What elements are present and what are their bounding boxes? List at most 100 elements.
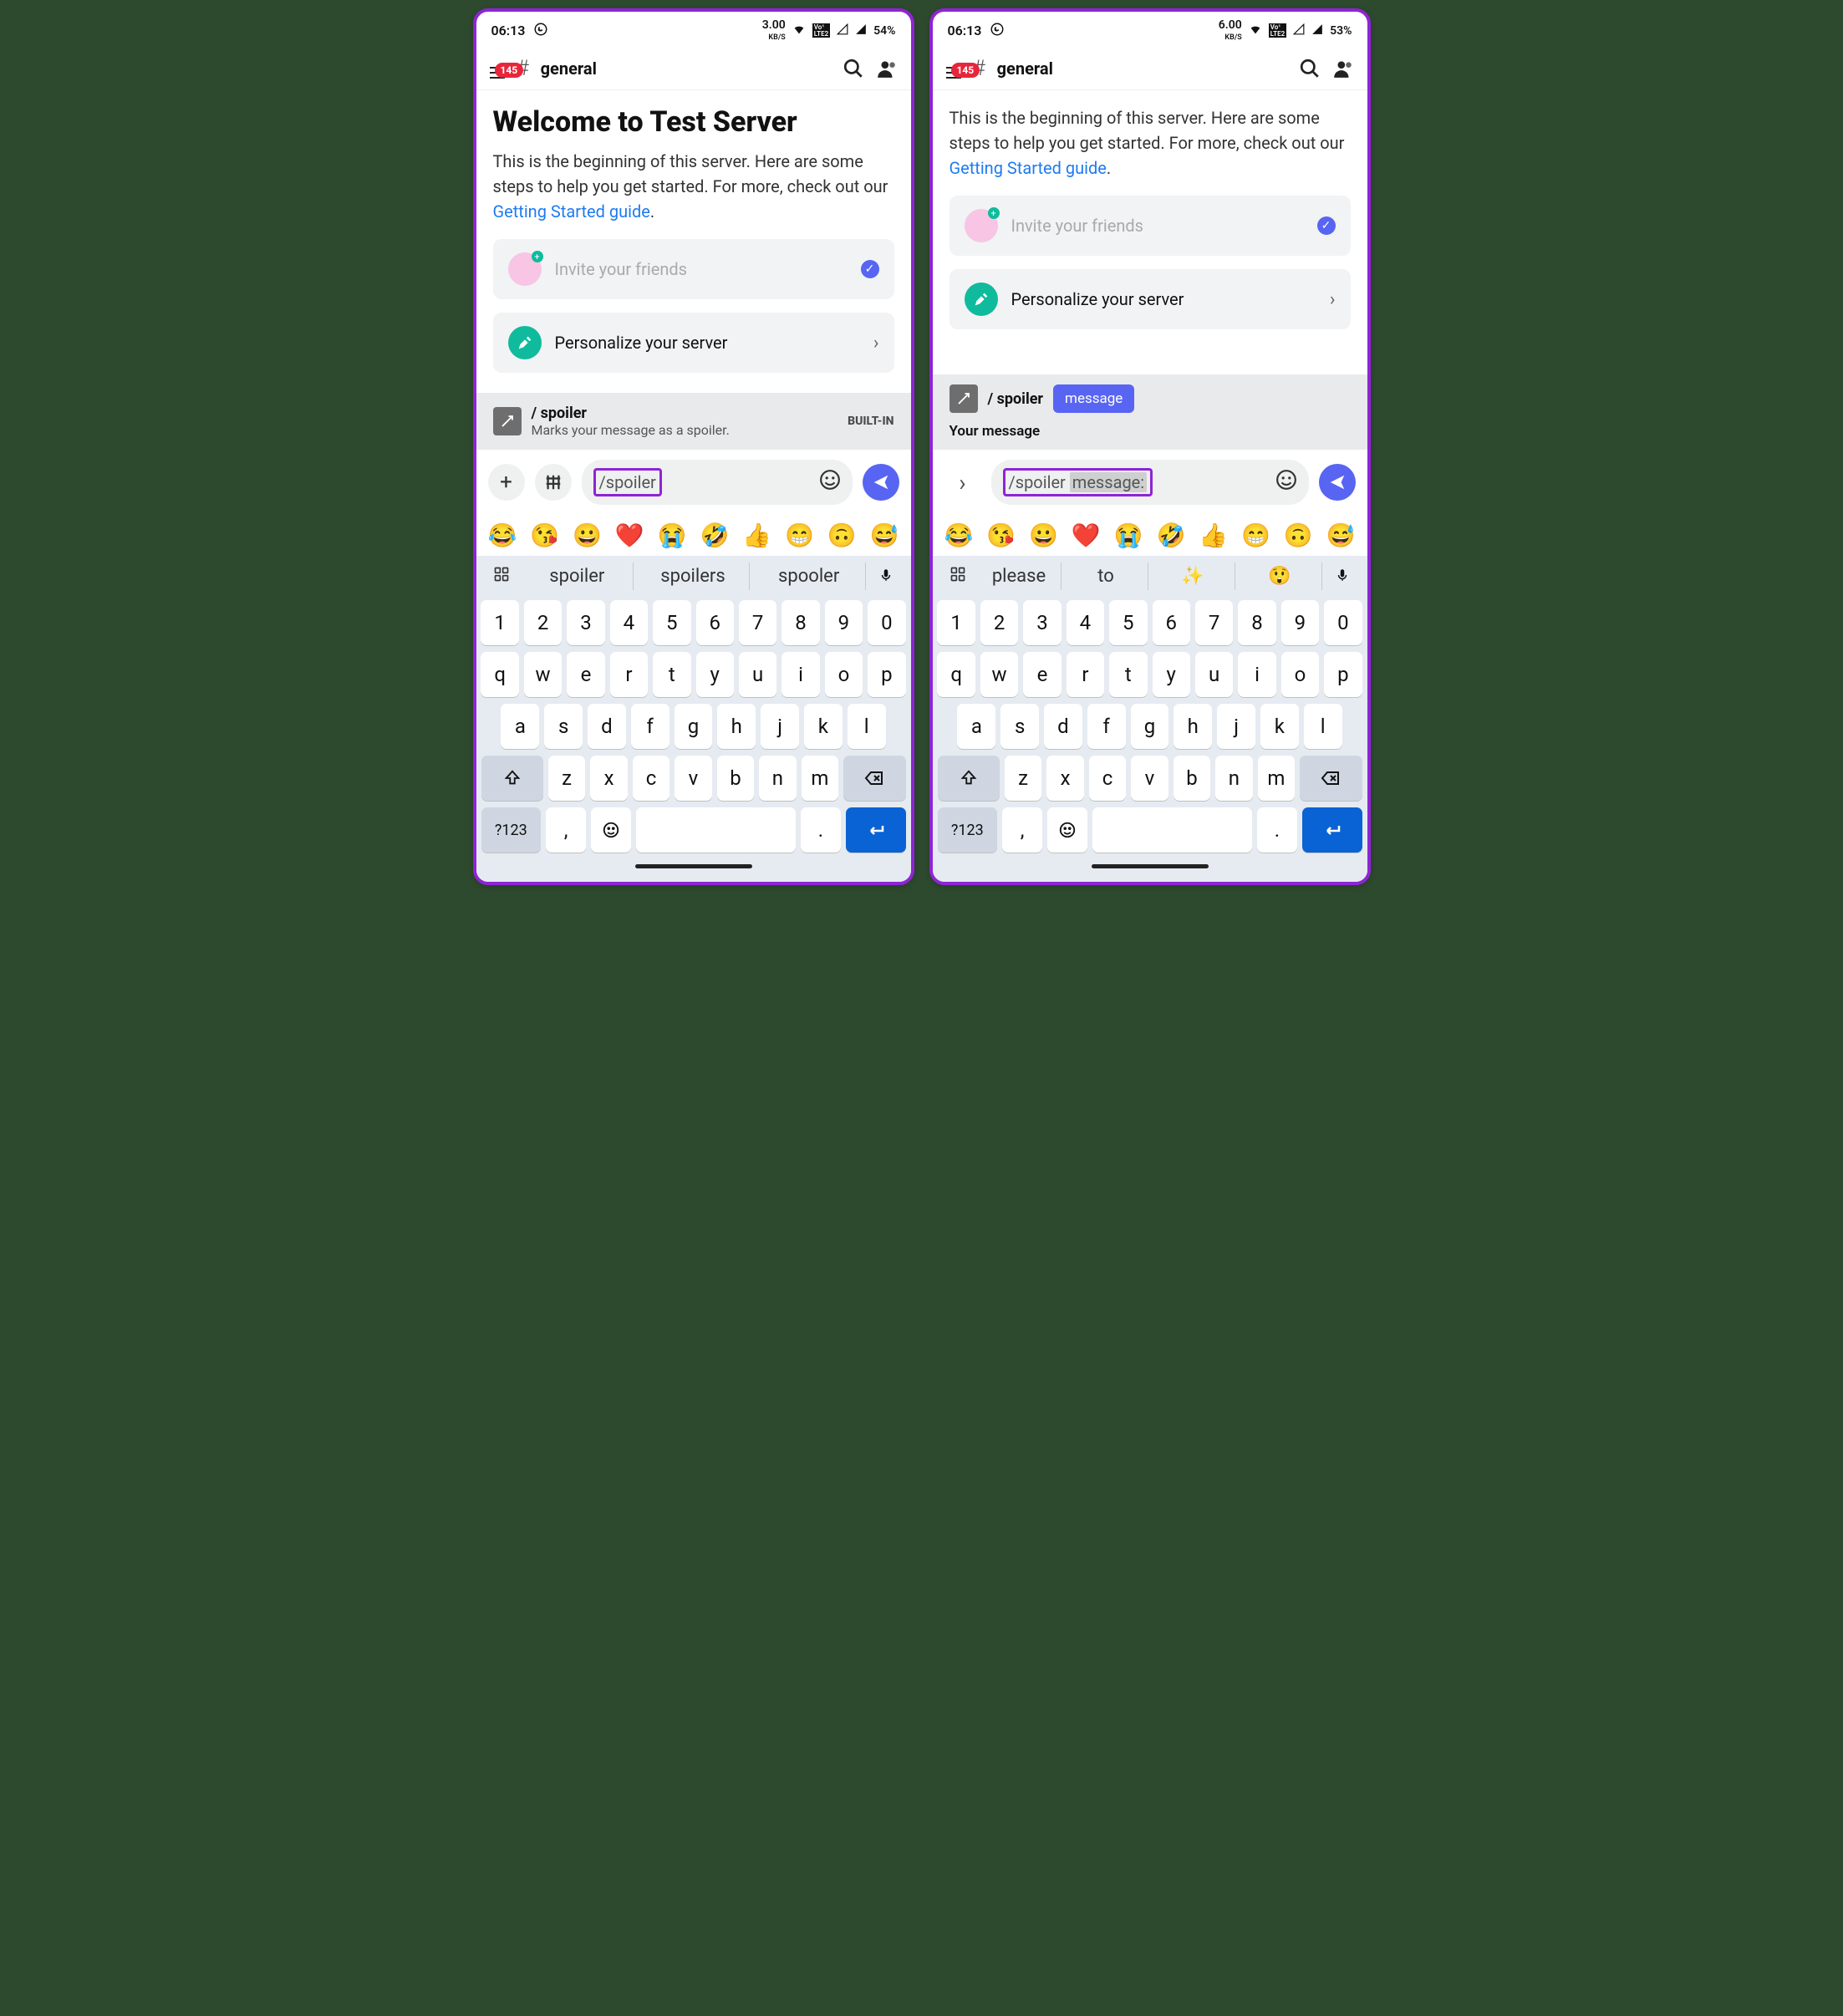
shift-key[interactable]	[481, 756, 543, 801]
dot-key[interactable]: .	[1257, 807, 1297, 853]
key-f[interactable]: f	[1087, 704, 1126, 749]
key-5[interactable]: 5	[653, 600, 690, 645]
emoji-button[interactable]	[1275, 469, 1297, 496]
mic-icon[interactable]	[869, 567, 903, 587]
command-suggestion[interactable]: / spoiler Marks your message as a spoile…	[476, 393, 911, 450]
param-chip[interactable]: message	[1053, 384, 1134, 413]
key-b[interactable]: b	[1174, 756, 1210, 801]
key-t[interactable]: t	[1109, 652, 1147, 697]
key-y[interactable]: y	[1153, 652, 1190, 697]
key-s[interactable]: s	[1000, 704, 1039, 749]
key-w[interactable]: w	[980, 652, 1018, 697]
key-m[interactable]: m	[1258, 756, 1295, 801]
key-r[interactable]: r	[610, 652, 648, 697]
key-c[interactable]: c	[1089, 756, 1126, 801]
key-n[interactable]: n	[759, 756, 796, 801]
key-q[interactable]: q	[481, 652, 518, 697]
key-0[interactable]: 0	[1324, 600, 1362, 645]
key-d[interactable]: d	[588, 704, 626, 749]
step-invite-friends[interactable]: Invite your friends ✓	[950, 196, 1351, 256]
emoji-key[interactable]	[1047, 807, 1087, 853]
emoji-button[interactable]	[819, 469, 841, 496]
key-j[interactable]: j	[761, 704, 799, 749]
suggestion-1[interactable]: please	[978, 563, 1062, 590]
key-l[interactable]: l	[1304, 704, 1342, 749]
key-s[interactable]: s	[544, 704, 583, 749]
key-c[interactable]: c	[633, 756, 669, 801]
key-9[interactable]: 9	[825, 600, 863, 645]
message-input[interactable]: /spoiler	[582, 460, 853, 505]
key-b[interactable]: b	[717, 756, 754, 801]
enter-key[interactable]	[846, 807, 906, 853]
key-p[interactable]: p	[868, 652, 905, 697]
dot-key[interactable]: .	[801, 807, 841, 853]
key-h[interactable]: h	[1174, 704, 1212, 749]
key-8[interactable]: 8	[781, 600, 819, 645]
key-6[interactable]: 6	[696, 600, 734, 645]
key-2[interactable]: 2	[980, 600, 1018, 645]
space-key[interactable]	[1092, 807, 1252, 853]
menu-button[interactable]: 145	[946, 68, 961, 69]
key-7[interactable]: 7	[1195, 600, 1233, 645]
key-e[interactable]: e	[567, 652, 604, 697]
step-personalize[interactable]: Personalize your server ›	[950, 269, 1351, 329]
key-q[interactable]: q	[937, 652, 975, 697]
key-x[interactable]: x	[1046, 756, 1083, 801]
key-a[interactable]: a	[957, 704, 995, 749]
key-v[interactable]: v	[1131, 756, 1168, 801]
key-e[interactable]: e	[1023, 652, 1061, 697]
key-o[interactable]: o	[825, 652, 863, 697]
key-y[interactable]: y	[696, 652, 734, 697]
mic-icon[interactable]	[1326, 567, 1359, 587]
getting-started-link[interactable]: Getting Started guide	[493, 201, 650, 221]
key-m[interactable]: m	[802, 756, 838, 801]
key-z[interactable]: z	[1005, 756, 1041, 801]
key-k[interactable]: k	[804, 704, 843, 749]
key-6[interactable]: 6	[1153, 600, 1190, 645]
members-icon[interactable]	[1332, 58, 1354, 79]
key-7[interactable]: 7	[739, 600, 776, 645]
getting-started-link[interactable]: Getting Started guide	[950, 158, 1107, 178]
send-button[interactable]	[863, 464, 899, 501]
enter-key[interactable]	[1302, 807, 1362, 853]
key-8[interactable]: 8	[1238, 600, 1275, 645]
key-4[interactable]: 4	[610, 600, 648, 645]
comma-key[interactable]: ,	[1002, 807, 1042, 853]
key-i[interactable]: i	[781, 652, 819, 697]
search-icon[interactable]	[843, 58, 864, 79]
suggestion-2[interactable]: to	[1065, 563, 1148, 590]
key-j[interactable]: j	[1217, 704, 1255, 749]
step-invite-friends[interactable]: Invite your friends ✓	[493, 239, 894, 299]
shift-key[interactable]	[938, 756, 1000, 801]
key-d[interactable]: d	[1044, 704, 1082, 749]
search-icon[interactable]	[1299, 58, 1321, 79]
key-g[interactable]: g	[1131, 704, 1169, 749]
channel-name[interactable]: general	[997, 59, 1053, 79]
key-z[interactable]: z	[548, 756, 585, 801]
apps-button[interactable]	[535, 464, 572, 501]
key-1[interactable]: 1	[481, 600, 518, 645]
key-3[interactable]: 3	[567, 600, 604, 645]
key-u[interactable]: u	[1195, 652, 1233, 697]
key-g[interactable]: g	[675, 704, 713, 749]
key-9[interactable]: 9	[1281, 600, 1319, 645]
key-k[interactable]: k	[1260, 704, 1299, 749]
key-r[interactable]: r	[1067, 652, 1104, 697]
suggestion-emoji-1[interactable]: ✨	[1152, 563, 1235, 590]
key-t[interactable]: t	[653, 652, 690, 697]
kbd-apps-icon[interactable]	[941, 566, 975, 587]
suggestion-1[interactable]: spoiler	[522, 563, 634, 590]
key-2[interactable]: 2	[524, 600, 562, 645]
space-key[interactable]	[636, 807, 796, 853]
key-f[interactable]: f	[631, 704, 669, 749]
key-w[interactable]: w	[524, 652, 562, 697]
home-bar[interactable]	[1092, 864, 1209, 868]
menu-button[interactable]: 145	[490, 68, 505, 69]
key-x[interactable]: x	[590, 756, 627, 801]
expand-button[interactable]: ›	[944, 464, 981, 501]
key-0[interactable]: 0	[868, 600, 905, 645]
key-p[interactable]: p	[1324, 652, 1362, 697]
backspace-key[interactable]	[1300, 756, 1362, 801]
key-a[interactable]: a	[501, 704, 539, 749]
symbols-key[interactable]: ?123	[481, 807, 542, 853]
